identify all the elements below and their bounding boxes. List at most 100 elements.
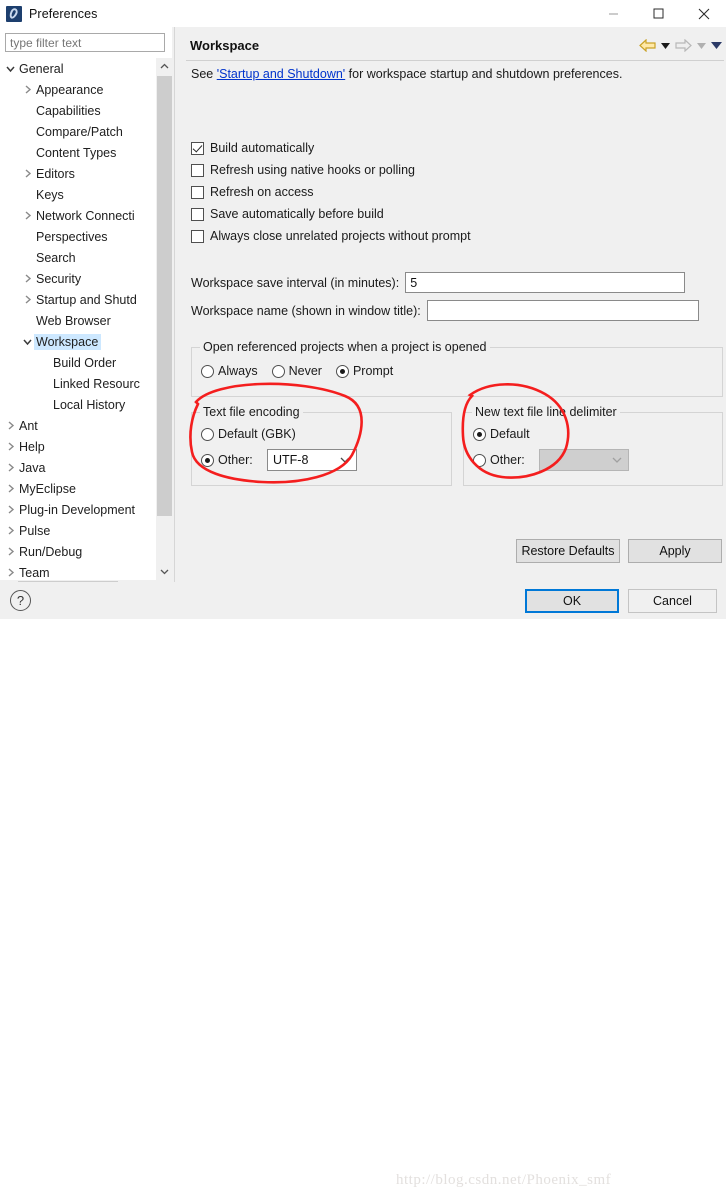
- checkbox-label: Refresh on access: [210, 185, 314, 199]
- sidebar-item-security[interactable]: Security: [0, 268, 155, 289]
- sidebar-item-appearance[interactable]: Appearance: [0, 79, 155, 100]
- sidebar-item-web-browser[interactable]: Web Browser: [0, 310, 155, 331]
- chevron-right-icon[interactable]: [4, 566, 17, 579]
- chevron-right-icon[interactable]: [21, 209, 34, 222]
- sidebar-item-plug-in-development[interactable]: Plug-in Development: [0, 499, 155, 520]
- chevron-right-icon[interactable]: [21, 293, 34, 306]
- view-menu-icon[interactable]: [711, 42, 722, 49]
- maximize-icon[interactable]: [636, 0, 681, 27]
- minimize-icon[interactable]: [591, 0, 636, 27]
- save-interval-input[interactable]: [405, 272, 686, 293]
- sidebar-item-build-order[interactable]: Build Order: [0, 352, 155, 373]
- checkbox-refresh-on-access[interactable]: Refresh on access: [191, 181, 471, 203]
- sidebar-item-local-history[interactable]: Local History: [0, 394, 155, 415]
- sidebar-item-startup-and-shutd[interactable]: Startup and Shutd: [0, 289, 155, 310]
- encoding-combo[interactable]: UTF-8: [267, 449, 357, 471]
- sidebar-item-java[interactable]: Java: [0, 457, 155, 478]
- sidebar-item-label: Search: [36, 250, 76, 265]
- sidebar-item-keys[interactable]: Keys: [0, 184, 155, 205]
- pane-splitter[interactable]: [174, 27, 175, 582]
- sidebar-item-ant[interactable]: Ant: [0, 415, 155, 436]
- chevron-right-icon[interactable]: [4, 503, 17, 516]
- open-referenced-projects-group: Open referenced projects when a project …: [191, 340, 723, 397]
- back-dropdown-icon[interactable]: [661, 42, 670, 49]
- forward-dropdown-icon: [697, 42, 706, 49]
- chevron-down-icon: [340, 457, 350, 464]
- checkbox-label: Build automatically: [210, 141, 315, 155]
- sidebar-item-label: MyEclipse: [19, 481, 76, 496]
- sidebar-item-pulse[interactable]: Pulse: [0, 520, 155, 541]
- tree-vertical-scrollbar[interactable]: [155, 58, 173, 580]
- radio-always[interactable]: Always: [201, 364, 258, 378]
- chevron-right-icon[interactable]: [4, 524, 17, 537]
- tree-scroll-thumb[interactable]: [157, 76, 172, 516]
- delimiter-combo: [539, 449, 629, 471]
- apply-button[interactable]: Apply: [628, 539, 722, 563]
- chevron-right-icon[interactable]: [4, 419, 17, 432]
- checkbox-build-automatically[interactable]: Build automatically: [191, 137, 471, 159]
- sidebar-item-label: Team: [19, 565, 50, 580]
- restore-defaults-button[interactable]: Restore Defaults: [516, 539, 620, 563]
- sidebar-item-content-types[interactable]: Content Types: [0, 142, 155, 163]
- workspace-name-input[interactable]: [426, 300, 699, 321]
- preferences-tree[interactable]: General Appearance Capabilities Compare/Pat…: [0, 58, 155, 580]
- help-icon[interactable]: ?: [10, 590, 31, 611]
- page-nav-toolbar: [639, 39, 726, 52]
- sidebar-item-editors[interactable]: Editors: [0, 163, 155, 184]
- checkbox-indicator: [191, 229, 204, 243]
- chevron-right-icon[interactable]: [21, 167, 34, 180]
- checkbox-save-automatically-before-build[interactable]: Save automatically before build: [191, 203, 471, 225]
- sidebar-item-compare-patch[interactable]: Compare/Patch: [0, 121, 155, 142]
- tree-spacer-icon: [21, 104, 34, 117]
- workspace-preference-page: Workspace See 'Startup and Shutdown' for…: [178, 27, 726, 582]
- sidebar-item-network-connecti[interactable]: Network Connecti: [0, 205, 155, 226]
- tree-spacer-icon: [21, 314, 34, 327]
- startup-shutdown-link[interactable]: 'Startup and Shutdown': [217, 67, 345, 81]
- sidebar-item-myeclipse[interactable]: MyEclipse: [0, 478, 155, 499]
- tree-spacer-icon: [21, 251, 34, 264]
- chevron-right-icon[interactable]: [4, 545, 17, 558]
- checkbox-indicator: [191, 163, 204, 177]
- encoding-default-radio[interactable]: Default (GBK): [201, 427, 296, 441]
- sidebar-item-linked-resourc[interactable]: Linked Resourc: [0, 373, 155, 394]
- chevron-down-icon[interactable]: [4, 62, 17, 75]
- save-interval-row: Workspace save interval (in minutes):: [191, 272, 686, 293]
- delimiter-other-radio[interactable]: Other:: [473, 453, 525, 467]
- close-icon[interactable]: [681, 0, 726, 27]
- sidebar-item-workspace[interactable]: Workspace: [0, 331, 155, 352]
- radio-label: Always: [218, 364, 258, 378]
- chevron-right-icon[interactable]: [4, 440, 17, 453]
- checkbox-label: Save automatically before build: [210, 207, 384, 221]
- chevron-down-icon[interactable]: [21, 335, 34, 348]
- checkbox-always-close-unrelated-projects-without-prompt[interactable]: Always close unrelated projects without …: [191, 225, 471, 247]
- scroll-up-icon[interactable]: [156, 58, 173, 75]
- radio-indicator: [201, 427, 214, 441]
- sidebar-item-capabilities[interactable]: Capabilities: [0, 100, 155, 121]
- checkbox-label: Refresh using native hooks or polling: [210, 163, 415, 177]
- sidebar-item-team[interactable]: Team: [0, 562, 155, 580]
- radio-prompt[interactable]: Prompt: [335, 364, 393, 378]
- checkbox-refresh-using-native-hooks-or-polling[interactable]: Refresh using native hooks or polling: [191, 159, 471, 181]
- sidebar-item-general[interactable]: General: [0, 58, 155, 79]
- chevron-right-icon[interactable]: [4, 461, 17, 474]
- sidebar-item-search[interactable]: Search: [0, 247, 155, 268]
- description-suffix: for workspace startup and shutdown prefe…: [345, 67, 623, 81]
- sidebar-item-perspectives[interactable]: Perspectives: [0, 226, 155, 247]
- sidebar-item-label: Ant: [19, 418, 38, 433]
- text-file-encoding-title: Text file encoding: [200, 405, 303, 419]
- cancel-button[interactable]: Cancel: [628, 589, 717, 613]
- ok-button[interactable]: OK: [525, 589, 619, 613]
- chevron-right-icon[interactable]: [21, 272, 34, 285]
- delimiter-default-radio[interactable]: Default: [473, 427, 530, 441]
- sidebar-item-run-debug[interactable]: Run/Debug: [0, 541, 155, 562]
- radio-never[interactable]: Never: [271, 364, 322, 378]
- back-arrow-icon[interactable]: [639, 39, 656, 52]
- filter-input[interactable]: [5, 33, 165, 52]
- tree-spacer-icon: [38, 377, 51, 390]
- encoding-other-radio[interactable]: Other:: [201, 453, 253, 467]
- chevron-right-icon[interactable]: [4, 482, 17, 495]
- sidebar-item-help[interactable]: Help: [0, 436, 155, 457]
- scroll-down-icon[interactable]: [156, 563, 173, 580]
- sidebar-item-label: Web Browser: [36, 313, 111, 328]
- chevron-right-icon[interactable]: [21, 83, 34, 96]
